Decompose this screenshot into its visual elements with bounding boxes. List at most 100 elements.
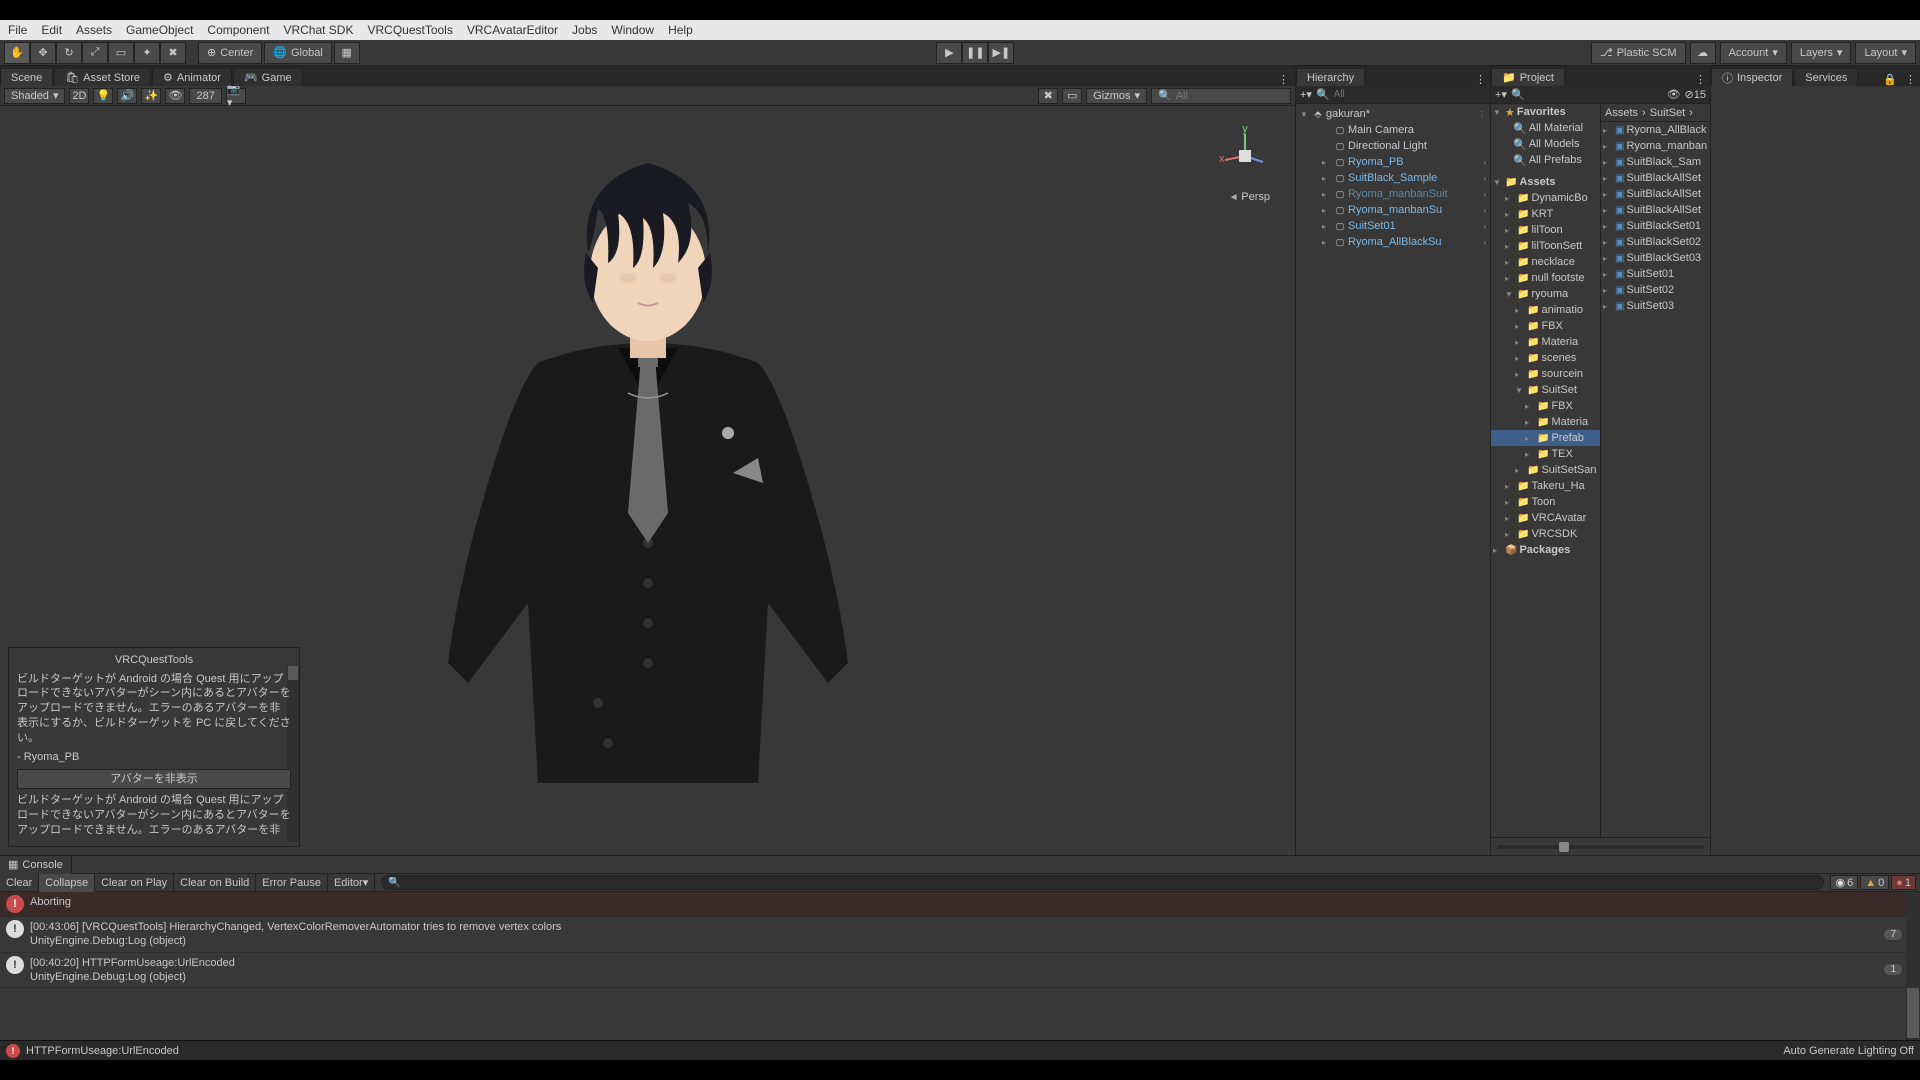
breadcrumb-folder[interactable]: SuitSet bbox=[1650, 107, 1685, 119]
snap-toggle[interactable]: ▦ bbox=[334, 42, 360, 64]
project-folder[interactable]: ▸📁lilToon bbox=[1491, 222, 1600, 238]
hierarchy-item[interactable]: ▸▢Ryoma_manbanSuit› bbox=[1296, 186, 1490, 202]
hierarchy-item[interactable]: ▢Main Camera bbox=[1296, 122, 1490, 138]
project-folder[interactable]: ▸📁Materia bbox=[1491, 414, 1600, 430]
hand-tool[interactable]: ✋ bbox=[4, 42, 30, 64]
clear-button[interactable]: Clear bbox=[0, 874, 39, 892]
pivot-toggle[interactable]: ⊕Center bbox=[198, 42, 262, 64]
hide-avatar-button[interactable]: アバターを非表示 bbox=[17, 769, 291, 790]
orientation-gizmo[interactable]: y x bbox=[1215, 126, 1275, 186]
2d-toggle[interactable]: 2D bbox=[69, 88, 89, 104]
menu-window[interactable]: Window bbox=[611, 23, 654, 37]
project-asset[interactable]: ▸▣SuitSet02 bbox=[1601, 282, 1710, 298]
clear-on-build-toggle[interactable]: Clear on Build bbox=[174, 874, 256, 892]
project-folder[interactable]: ▸📁Prefab bbox=[1491, 430, 1600, 446]
scene-root[interactable]: ▼⬘ gakuran* ⋮ bbox=[1296, 106, 1490, 122]
hierarchy-item[interactable]: ▸▢SuitBlack_Sample› bbox=[1296, 170, 1490, 186]
project-folder[interactable]: ▸📁Takeru_Ha bbox=[1491, 478, 1600, 494]
project-asset[interactable]: ▸▣SuitSet03 bbox=[1601, 298, 1710, 314]
layout-dropdown[interactable]: Layout▾ bbox=[1855, 42, 1916, 64]
scale-tool[interactable]: ⤢ bbox=[82, 42, 108, 64]
status-error-icon[interactable]: ! bbox=[6, 1044, 20, 1058]
pause-button[interactable]: ❚❚ bbox=[962, 42, 988, 64]
hidden-toggle[interactable]: 👁 bbox=[165, 88, 185, 104]
project-folder[interactable]: ▸📁SuitSetSan bbox=[1491, 462, 1600, 478]
error-count[interactable]: ●1 bbox=[1891, 875, 1916, 890]
menu-jobs[interactable]: Jobs bbox=[572, 23, 597, 37]
tab-console[interactable]: ▦Console bbox=[0, 856, 72, 874]
breadcrumb-assets[interactable]: Assets bbox=[1605, 107, 1638, 119]
favorite-item[interactable]: 🔍All Prefabs bbox=[1491, 152, 1600, 168]
move-tool[interactable]: ✥ bbox=[30, 42, 56, 64]
cloud-button[interactable]: ☁ bbox=[1690, 42, 1716, 64]
play-button[interactable]: ▶ bbox=[936, 42, 962, 64]
menu-vrcquesttools[interactable]: VRCQuestTools bbox=[367, 23, 452, 37]
rect-tool[interactable]: ▭ bbox=[108, 42, 134, 64]
scene-view[interactable]: y x ◄ Persp VRCQuestTools ビルドターゲットが Andr… bbox=[0, 106, 1295, 855]
tab-project[interactable]: 📁Project bbox=[1491, 68, 1565, 86]
project-folder[interactable]: ▸📁Toon bbox=[1491, 494, 1600, 510]
hierarchy-item[interactable]: ▸▢Ryoma_AllBlackSu› bbox=[1296, 234, 1490, 250]
project-asset[interactable]: ▸▣SuitBlackSet02 bbox=[1601, 234, 1710, 250]
editor-dropdown[interactable]: Editor ▾ bbox=[328, 874, 375, 892]
menu-assets[interactable]: Assets bbox=[76, 23, 112, 37]
grid-toggle[interactable]: ✖ bbox=[1038, 88, 1058, 104]
hierarchy-search-input[interactable] bbox=[1334, 89, 1486, 100]
filter-icon[interactable]: 👁 bbox=[1667, 88, 1681, 101]
project-search-input[interactable] bbox=[1529, 89, 1663, 100]
audio-toggle[interactable]: 🔊 bbox=[117, 88, 137, 104]
packages-header[interactable]: ▸📦Packages bbox=[1491, 542, 1600, 558]
inspector-menu-icon[interactable]: ⋮ bbox=[1901, 73, 1920, 86]
menu-vrcavatareditor[interactable]: VRCAvatarEditor bbox=[467, 23, 558, 37]
project-folder[interactable]: ▸📁animatio bbox=[1491, 302, 1600, 318]
project-folder[interactable]: ▸📁FBX bbox=[1491, 398, 1600, 414]
project-folder[interactable]: ▸📁FBX bbox=[1491, 318, 1600, 334]
console-log-row[interactable]: ![00:43:06] [VRCQuestTools] HierarchyCha… bbox=[0, 917, 1920, 953]
project-asset[interactable]: ▸▣Ryoma_manban bbox=[1601, 138, 1710, 154]
project-asset[interactable]: ▸▣SuitBlackAllSet bbox=[1601, 170, 1710, 186]
tab-services[interactable]: Services bbox=[1794, 68, 1858, 86]
assets-header[interactable]: ▼📁Assets bbox=[1491, 174, 1600, 190]
project-asset[interactable]: ▸▣SuitBlackAllSet bbox=[1601, 202, 1710, 218]
project-folder[interactable]: ▸📁null footste bbox=[1491, 270, 1600, 286]
lighting-toggle[interactable]: 💡 bbox=[93, 88, 113, 104]
menu-component[interactable]: Component bbox=[207, 23, 269, 37]
warn-count[interactable]: ▲0 bbox=[1860, 875, 1889, 890]
console-log-row[interactable]: !Aborting bbox=[0, 892, 1920, 917]
fx-toggle[interactable]: ✨ bbox=[141, 88, 161, 104]
tab-menu-icon[interactable]: ⋮ bbox=[1272, 73, 1295, 86]
favorite-item[interactable]: 🔍All Material bbox=[1491, 120, 1600, 136]
project-asset[interactable]: ▸▣SuitBlackSet01 bbox=[1601, 218, 1710, 234]
collapse-toggle[interactable]: Collapse bbox=[39, 874, 95, 892]
project-zoom-slider[interactable] bbox=[1491, 837, 1710, 855]
project-folder[interactable]: ▼📁ryouma bbox=[1491, 286, 1600, 302]
project-folder[interactable]: ▸📁necklace bbox=[1491, 254, 1600, 270]
hierarchy-item[interactable]: ▸▢Ryoma_manbanSu› bbox=[1296, 202, 1490, 218]
console-search-input[interactable] bbox=[381, 875, 1824, 890]
transform-tool[interactable]: ✦ bbox=[134, 42, 160, 64]
project-asset[interactable]: ▸▣SuitBlackSet03 bbox=[1601, 250, 1710, 266]
console-scrollbar[interactable] bbox=[1906, 892, 1920, 1040]
hierarchy-menu-icon[interactable]: ⋮ bbox=[1471, 73, 1490, 86]
add-icon[interactable]: +▾ bbox=[1495, 88, 1507, 101]
menu-gameobject[interactable]: GameObject bbox=[126, 23, 193, 37]
project-asset[interactable]: ▸▣SuitBlack_Sam bbox=[1601, 154, 1710, 170]
error-pause-toggle[interactable]: Error Pause bbox=[256, 874, 328, 892]
tab-scene[interactable]: Scene bbox=[0, 68, 53, 86]
shading-mode-dropdown[interactable]: Shaded▾ bbox=[4, 88, 65, 104]
tab-asset-store[interactable]: 🛍Asset Store bbox=[54, 68, 151, 86]
project-folder[interactable]: ▸📁VRCSDK bbox=[1491, 526, 1600, 542]
inspector-lock-icon[interactable]: 🔒 bbox=[1879, 73, 1901, 86]
hierarchy-item[interactable]: ▸▢Ryoma_PB› bbox=[1296, 154, 1490, 170]
project-folder[interactable]: ▸📁Materia bbox=[1491, 334, 1600, 350]
menu-vrchat-sdk[interactable]: VRChat SDK bbox=[283, 23, 353, 37]
favorites-header[interactable]: ▼★Favorites bbox=[1491, 104, 1600, 120]
project-asset[interactable]: ▸▣SuitSet01 bbox=[1601, 266, 1710, 282]
favorite-item[interactable]: 🔍All Models bbox=[1491, 136, 1600, 152]
account-dropdown[interactable]: Account▾ bbox=[1720, 42, 1787, 64]
menu-file[interactable]: File bbox=[8, 23, 27, 37]
menu-help[interactable]: Help bbox=[668, 23, 693, 37]
console-log-row[interactable]: ![00:40:20] HTTPFormUseage:UrlEncodedUni… bbox=[0, 953, 1920, 989]
project-folder[interactable]: ▼📁SuitSet bbox=[1491, 382, 1600, 398]
project-menu-icon[interactable]: ⋮ bbox=[1691, 73, 1710, 86]
